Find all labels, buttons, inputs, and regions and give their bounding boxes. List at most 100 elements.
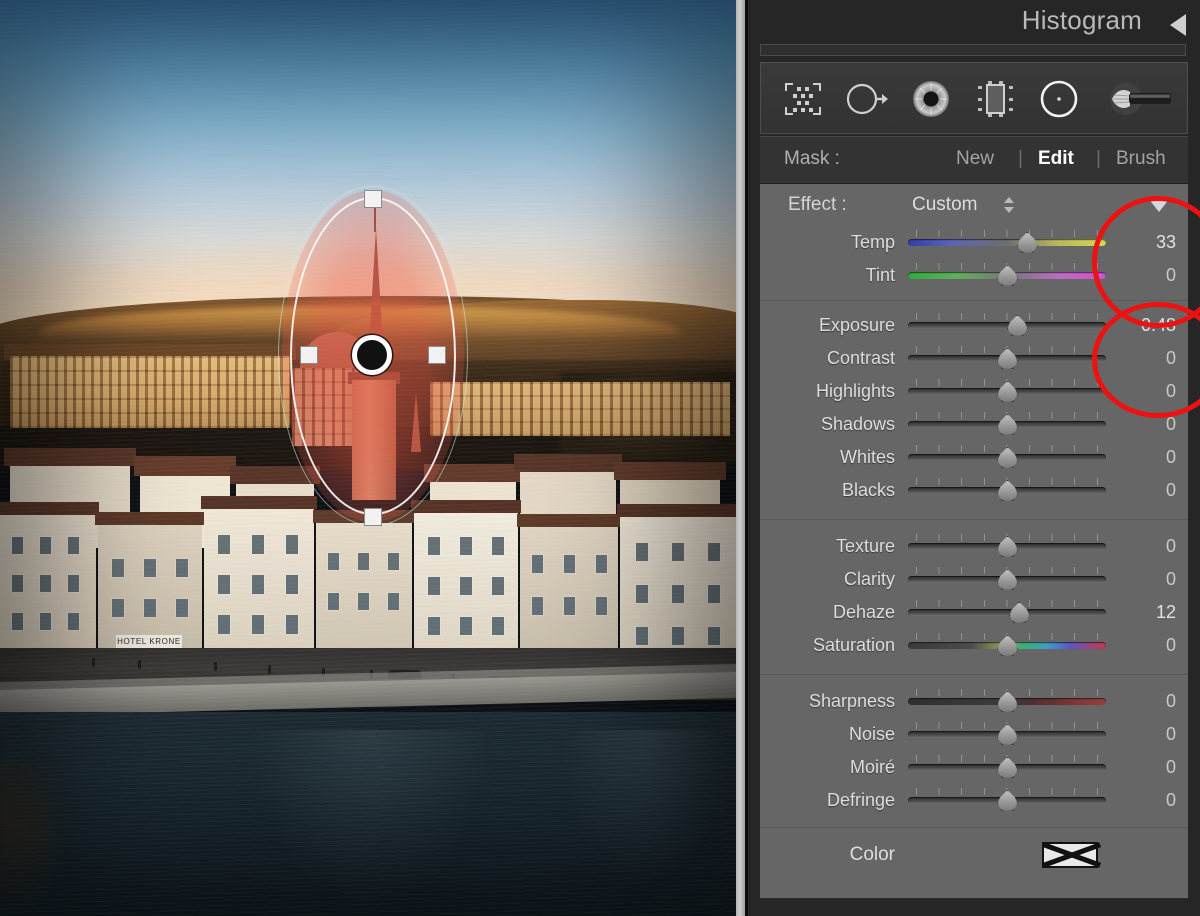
slider-value[interactable]: 0 bbox=[1098, 381, 1176, 402]
slider-value[interactable]: 0 bbox=[1098, 348, 1176, 369]
slider-saturation[interactable]: Saturation 0 bbox=[760, 629, 1188, 662]
slider-ticks bbox=[916, 600, 1098, 607]
slider-group-presence: Texture 0 Clarity 0 Dehaze 12 Saturation… bbox=[760, 519, 1188, 674]
mask-tool-strip bbox=[760, 62, 1188, 134]
slider-value[interactable]: 0 bbox=[1098, 757, 1176, 778]
slider-defringe[interactable]: Defringe 0 bbox=[760, 784, 1188, 817]
slider-label: Exposure bbox=[818, 315, 895, 335]
mask-handle-left[interactable] bbox=[300, 346, 318, 364]
slider-value[interactable]: 0 bbox=[1098, 724, 1176, 745]
slider-ticks bbox=[916, 230, 1098, 237]
slider-clarity[interactable]: Clarity 0 bbox=[760, 563, 1188, 596]
mask-edit-button[interactable]: Edit bbox=[1038, 148, 1074, 170]
slider-track-area[interactable] bbox=[908, 685, 1106, 718]
crop-tool[interactable] bbox=[967, 71, 1023, 127]
color-section: Color bbox=[760, 827, 1188, 884]
slider-label: Dehaze bbox=[832, 602, 895, 622]
slider-sharpness[interactable]: Sharpness 0 bbox=[760, 685, 1188, 718]
slider-track-area[interactable] bbox=[908, 259, 1106, 292]
slider-track-area[interactable] bbox=[908, 408, 1106, 441]
brush-tool[interactable] bbox=[1105, 71, 1181, 127]
slider-whites[interactable]: Whites 0 bbox=[760, 441, 1188, 474]
slider-value[interactable]: 0 bbox=[1098, 414, 1176, 435]
red-eye-tool[interactable] bbox=[903, 71, 959, 127]
slider-track-area[interactable] bbox=[908, 596, 1106, 629]
slider-value[interactable]: 0 bbox=[1098, 480, 1176, 501]
slider-track[interactable] bbox=[908, 609, 1106, 616]
effect-row: Effect : Custom bbox=[760, 184, 1188, 226]
slider-ticks bbox=[916, 313, 1098, 320]
slider-exposure[interactable]: Exposure 0.48 bbox=[760, 309, 1188, 342]
mask-handle-bottom[interactable] bbox=[364, 508, 382, 526]
slider-value[interactable]: 0 bbox=[1098, 635, 1176, 656]
slider-track-area[interactable] bbox=[908, 441, 1106, 474]
slider-track[interactable] bbox=[908, 322, 1106, 329]
triangle-down-icon[interactable] bbox=[1148, 198, 1170, 212]
pane-divider[interactable] bbox=[736, 0, 745, 916]
spinner-updown-icon[interactable] bbox=[1004, 197, 1014, 213]
slider-track-area[interactable] bbox=[908, 784, 1106, 817]
slider-moire[interactable]: Moiré 0 bbox=[760, 751, 1188, 784]
slider-value[interactable]: 0 bbox=[1098, 265, 1176, 286]
slider-track-area[interactable] bbox=[908, 226, 1106, 259]
photo-preview[interactable]: HOTEL KRONE bbox=[0, 0, 736, 916]
slider-value[interactable]: 0 bbox=[1098, 691, 1176, 712]
radial-gradient-tool[interactable] bbox=[1031, 71, 1087, 127]
select-subject-tool[interactable] bbox=[775, 71, 831, 127]
mask-separator: | bbox=[1018, 148, 1023, 169]
slider-value[interactable]: 33 bbox=[1098, 232, 1176, 253]
healing-tool[interactable] bbox=[839, 71, 895, 127]
slider-blacks[interactable]: Blacks 0 bbox=[760, 474, 1188, 507]
circle-arrow-icon bbox=[845, 81, 889, 117]
slider-label: Defringe bbox=[826, 790, 895, 810]
slider-dehaze[interactable]: Dehaze 12 bbox=[760, 596, 1188, 629]
slider-label: Saturation bbox=[812, 635, 895, 655]
slider-track-area[interactable] bbox=[908, 629, 1106, 662]
iris-eye-icon bbox=[911, 79, 951, 119]
triangle-left-icon[interactable] bbox=[1170, 14, 1186, 36]
no-color-x-swatch[interactable] bbox=[1042, 842, 1098, 868]
slider-value[interactable]: 0 bbox=[1098, 536, 1176, 557]
slider-track-area[interactable] bbox=[908, 563, 1106, 596]
slider-value[interactable]: 0 bbox=[1098, 447, 1176, 468]
radial-circle-icon bbox=[1039, 79, 1079, 119]
slider-track[interactable] bbox=[908, 239, 1106, 246]
slider-value[interactable]: 12 bbox=[1098, 602, 1176, 623]
slider-group-white-balance: Effect : Custom Temp 33 Tint 0 bbox=[760, 184, 1188, 300]
slider-temp[interactable]: Temp 33 bbox=[760, 226, 1188, 259]
mask-brush-button[interactable]: Brush bbox=[1116, 148, 1166, 170]
lightroom-develop-screen: HOTEL KRONE bbox=[0, 0, 1200, 916]
slider-value[interactable]: 0.48 bbox=[1098, 315, 1176, 336]
slider-group-tone: Exposure 0.48 Contrast 0 Highlights 0 Sh… bbox=[760, 300, 1188, 519]
histogram-display[interactable] bbox=[760, 44, 1186, 56]
mask-pin-icon[interactable] bbox=[352, 335, 392, 375]
mask-new-button[interactable]: New bbox=[956, 148, 994, 170]
slider-label: Sharpness bbox=[808, 691, 895, 711]
slider-shadows[interactable]: Shadows 0 bbox=[760, 408, 1188, 441]
slider-track-area[interactable] bbox=[908, 375, 1106, 408]
slider-track-area[interactable] bbox=[908, 718, 1106, 751]
slider-highlights[interactable]: Highlights 0 bbox=[760, 375, 1188, 408]
slider-noise[interactable]: Noise 0 bbox=[760, 718, 1188, 751]
mask-mode-row: Mask : New | Edit | Brush bbox=[760, 136, 1188, 184]
slider-track-area[interactable] bbox=[908, 474, 1106, 507]
slider-texture[interactable]: Texture 0 bbox=[760, 530, 1188, 563]
slider-track-area[interactable] bbox=[908, 751, 1106, 784]
slider-track-area[interactable] bbox=[908, 530, 1106, 563]
mask-label: Mask : bbox=[784, 148, 840, 169]
effect-preset-value[interactable]: Custom bbox=[912, 194, 977, 216]
slider-label: Contrast bbox=[826, 348, 895, 368]
slider-track-area[interactable] bbox=[908, 309, 1106, 342]
color-label: Color bbox=[849, 844, 895, 865]
slider-label: Shadows bbox=[820, 414, 895, 434]
slider-track-area[interactable] bbox=[908, 342, 1106, 375]
slider-tint[interactable]: Tint 0 bbox=[760, 259, 1188, 292]
mask-handle-right[interactable] bbox=[428, 346, 446, 364]
mask-handle-top[interactable] bbox=[364, 190, 382, 208]
slider-value[interactable]: 0 bbox=[1098, 790, 1176, 811]
adjustment-sliders: Effect : Custom Temp 33 Tint 0 Exposure … bbox=[760, 184, 1188, 898]
slider-contrast[interactable]: Contrast 0 bbox=[760, 342, 1188, 375]
dotted-selection-icon bbox=[784, 82, 822, 116]
slider-value[interactable]: 0 bbox=[1098, 569, 1176, 590]
histogram-header[interactable]: Histogram bbox=[748, 0, 1200, 42]
